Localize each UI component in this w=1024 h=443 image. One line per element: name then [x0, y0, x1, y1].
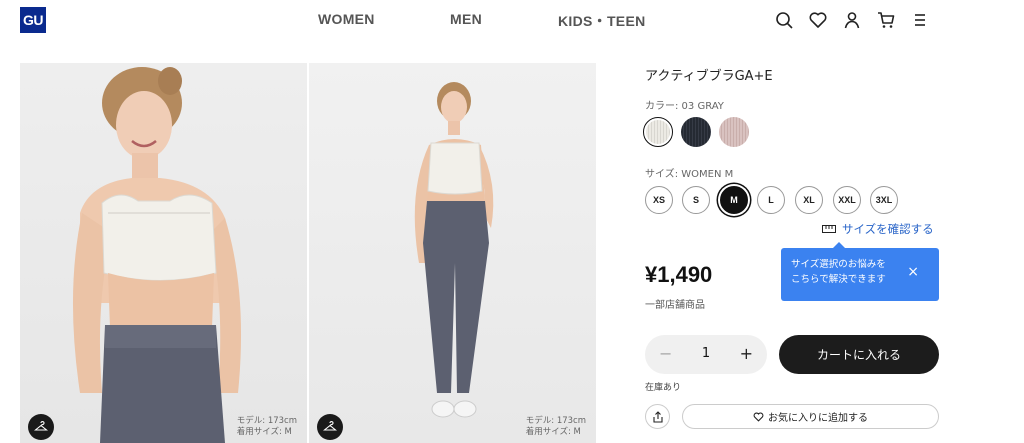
- share-button[interactable]: [645, 404, 670, 429]
- model-photo-fullbody: [414, 82, 494, 418]
- header: GU WOMEN MEN KIDS・TEEN: [0, 0, 1024, 44]
- size-button-s[interactable]: S: [682, 186, 710, 214]
- product-image-2[interactable]: モデル: 173cm 着用サイズ: M: [309, 63, 596, 443]
- model-size: 着用サイズ: M: [525, 427, 581, 437]
- model-info: モデル: 173cm 着用サイズ: M: [526, 416, 586, 438]
- ruler-icon: [822, 225, 836, 233]
- size-button-xxl[interactable]: XXL: [833, 186, 861, 214]
- model-info: モデル: 173cm 着用サイズ: M: [237, 416, 297, 438]
- size-label: サイズ: WOMEN M: [645, 169, 734, 180]
- product-page: GU WOMEN MEN KIDS・TEEN モデル: 173cm 着用サイズ:…: [0, 0, 1024, 443]
- product-image-1[interactable]: モデル: 173cm 着用サイズ: M: [20, 63, 307, 443]
- availability-status: 在庫あり: [645, 383, 682, 393]
- hanger-icon[interactable]: [28, 414, 54, 440]
- heart-icon: [753, 412, 764, 422]
- size-check-label: サイズを確認する: [842, 222, 934, 236]
- favorite-label: お気に入りに追加する: [768, 413, 868, 424]
- close-icon[interactable]: ×: [907, 265, 919, 280]
- size-check-link[interactable]: サイズを確認する: [822, 221, 934, 237]
- user-icon[interactable]: [842, 10, 862, 30]
- size-button-xs[interactable]: XS: [645, 186, 673, 214]
- share-icon: [652, 410, 663, 423]
- color-swatch-pink[interactable]: [719, 117, 749, 147]
- model-height: モデル: 173cm: [525, 416, 586, 426]
- nav-men[interactable]: MEN: [450, 11, 482, 27]
- heart-icon[interactable]: [808, 10, 828, 30]
- size-button-xl[interactable]: XL: [795, 186, 823, 214]
- search-icon[interactable]: [774, 10, 794, 30]
- price: ¥1,490: [645, 262, 713, 287]
- add-to-cart-button[interactable]: カートに入れる: [779, 335, 939, 374]
- model-height: モデル: 173cm: [236, 416, 297, 426]
- model-size: 着用サイズ: M: [236, 427, 292, 437]
- hanger-icon[interactable]: [317, 414, 343, 440]
- color-label: カラー: 03 GRAY: [645, 101, 724, 112]
- product-title: アクティブブラGA+E: [645, 69, 773, 84]
- size-button-3xl[interactable]: 3XL: [870, 186, 898, 214]
- nav-kids-teen[interactable]: KIDS・TEEN: [558, 11, 646, 31]
- color-swatch-gray[interactable]: [643, 117, 673, 147]
- size-button-m[interactable]: M: [720, 186, 748, 214]
- size-help-tooltip[interactable]: サイズ選択のお悩みを こちらで解決できます ×: [781, 242, 939, 301]
- quantity-increment-button[interactable]: +: [740, 344, 753, 363]
- color-swatch-navy[interactable]: [681, 117, 711, 147]
- nav-women[interactable]: WOMEN: [318, 11, 375, 27]
- model-photo-closeup: [72, 67, 242, 443]
- cart-icon[interactable]: [876, 10, 896, 30]
- size-button-l[interactable]: L: [757, 186, 785, 214]
- menu-icon[interactable]: [910, 10, 930, 30]
- gu-logo[interactable]: GU: [20, 7, 46, 33]
- add-to-favorites-button[interactable]: お気に入りに追加する: [682, 404, 939, 429]
- stock-note: 一部店舗商品: [645, 300, 705, 311]
- quantity-stepper: − 1 +: [645, 335, 767, 374]
